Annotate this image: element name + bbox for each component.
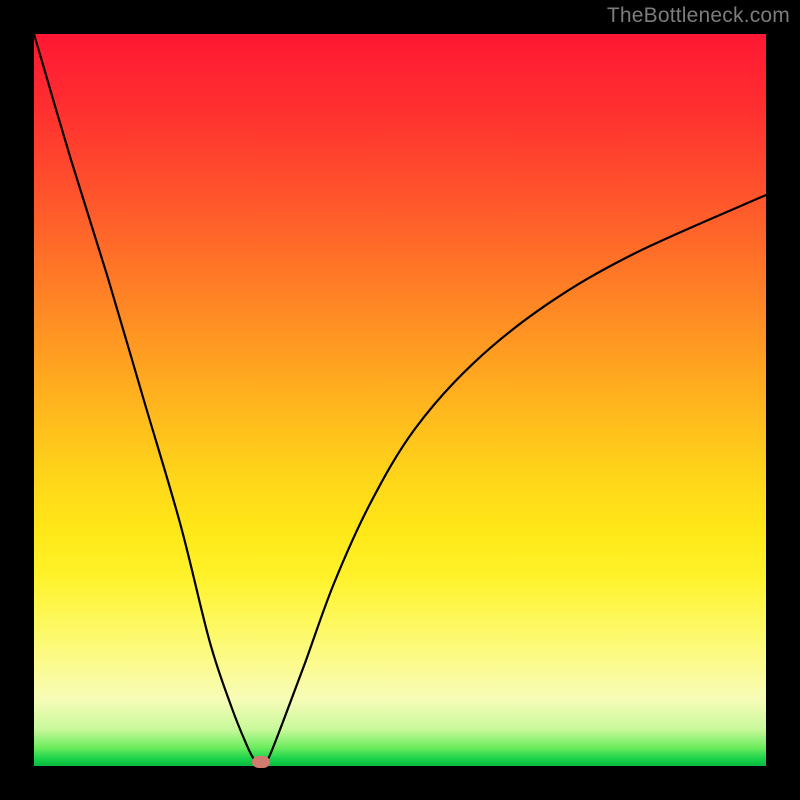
optimal-point-marker xyxy=(252,756,270,768)
chart-frame: TheBottleneck.com xyxy=(0,0,800,800)
plot-area xyxy=(34,34,766,766)
watermark-text: TheBottleneck.com xyxy=(607,4,790,28)
bottleneck-curve xyxy=(34,34,766,766)
